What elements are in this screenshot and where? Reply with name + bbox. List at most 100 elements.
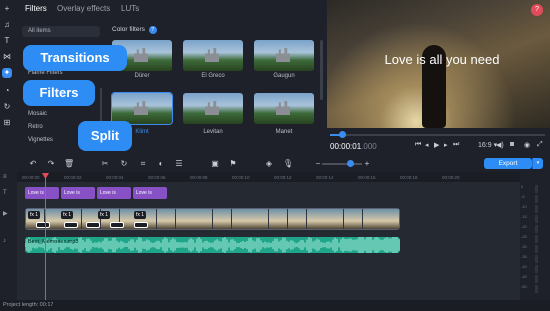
redo-icon[interactable]: ↷: [46, 159, 56, 168]
title-clip[interactable]: Love is: [97, 187, 131, 199]
transitions-icon[interactable]: ⋈: [2, 52, 12, 62]
ruler-tick: 00:00:16: [358, 175, 376, 180]
video-frame-thumb: [250, 209, 269, 229]
title-clip[interactable]: Love is: [25, 187, 59, 199]
meter-segment: [535, 265, 538, 273]
export-button[interactable]: Export: [484, 158, 532, 169]
transition-marker[interactable]: [110, 222, 124, 228]
project-length: Project length: 00:17: [3, 302, 54, 308]
text-icon[interactable]: T: [2, 36, 12, 46]
volume-icon[interactable]: ◀): [496, 141, 504, 149]
video-frame-thumb: [213, 209, 231, 229]
audio-track-icon[interactable]: ♪: [3, 238, 6, 244]
video-frame-thumb: [343, 209, 362, 229]
title-clip-label: Love is: [28, 190, 44, 196]
title-clip[interactable]: Love is: [133, 187, 167, 199]
overlay-icon[interactable]: ▣: [210, 159, 220, 168]
filter-label: Levitan: [203, 129, 223, 135]
meter-label: -45: [521, 274, 527, 279]
fx-badge[interactable]: fx 1: [98, 211, 111, 219]
filter-scrollbar[interactable]: [320, 40, 323, 100]
skip-back-icon[interactable]: ⏮: [415, 141, 421, 149]
filter-thumb-manet[interactable]: [254, 93, 314, 124]
transition-marker[interactable]: [64, 222, 78, 228]
title-clip-label: Love is: [136, 190, 152, 196]
aspect-ratio-select[interactable]: 16:9 ▾: [478, 141, 497, 149]
audio-clip-label: Best_Memories.mp3: [28, 239, 79, 245]
ruler-tick: 00:00:10: [232, 175, 250, 180]
category-item[interactable]: Retro: [28, 124, 43, 130]
ruler-tick: 00:00:08: [190, 175, 208, 180]
filter-thumb-levitan[interactable]: [183, 93, 243, 124]
fx-badge[interactable]: fx 1: [28, 211, 41, 219]
info-icon[interactable]: ?: [148, 26, 157, 34]
snapshot-icon[interactable]: ◙: [510, 141, 514, 148]
audio-clip[interactable]: [25, 237, 400, 253]
tools-grid-icon[interactable]: ⊞: [2, 118, 12, 128]
playhead[interactable]: [45, 176, 46, 301]
meter-label: -35: [521, 254, 527, 259]
transition-marker[interactable]: [86, 222, 100, 228]
skip-forward-icon[interactable]: ⏭: [453, 141, 459, 149]
frame-forward-icon[interactable]: ▸: [444, 141, 448, 149]
timecode-main: 00:00:01: [330, 142, 362, 151]
zoom-handle[interactable]: [347, 160, 354, 167]
audio-waveform: [25, 237, 400, 253]
export-dropdown-icon[interactable]: ▾: [532, 158, 543, 169]
category-item[interactable]: Mosaic: [28, 111, 47, 117]
title-track-icon[interactable]: T: [3, 190, 7, 196]
video-preview: Love is all you need ?: [327, 0, 550, 128]
frame-back-icon[interactable]: ◂: [425, 141, 429, 149]
zoom-slider[interactable]: [322, 163, 362, 165]
meter-label: 0: [521, 184, 524, 189]
filter-thumb-klimt[interactable]: [111, 92, 173, 125]
camera-icon[interactable]: ◉: [524, 141, 530, 149]
filter-thumb-gaugun[interactable]: [254, 40, 314, 71]
color-adjust-icon[interactable]: ◐: [156, 159, 166, 168]
filter-thumb-el-greco[interactable]: [183, 40, 243, 71]
cut-icon[interactable]: ✂: [100, 159, 110, 168]
track-settings-icon[interactable]: ≡: [3, 174, 7, 180]
meter-label: -15: [521, 214, 527, 219]
fx-badge[interactable]: fx 1: [134, 211, 147, 219]
play-icon[interactable]: ▶: [434, 141, 439, 149]
ruler-tick: 00:00:18: [400, 175, 418, 180]
category-select[interactable]: All items: [22, 26, 100, 37]
tab-luts[interactable]: LUTs: [121, 4, 139, 13]
seek-handle[interactable]: [339, 131, 346, 138]
effects-tab-bar: Filters Overlay effects LUTs: [17, 0, 322, 17]
mic-icon[interactable]: 🎙: [283, 159, 293, 168]
more-tools-icon[interactable]: ↻: [2, 102, 12, 112]
video-frame-thumb: [175, 209, 194, 229]
tab-filters[interactable]: Filters: [25, 4, 47, 13]
fx-badge[interactable]: fx 1: [61, 211, 74, 219]
help-icon[interactable]: ?: [531, 4, 543, 16]
title-clip[interactable]: Love is: [61, 187, 95, 199]
clip-properties-icon[interactable]: ☰: [174, 159, 184, 168]
stickers-icon[interactable]: ◔: [2, 86, 12, 96]
meter-segment: [535, 285, 538, 293]
category-item[interactable]: Vignettes: [28, 137, 53, 143]
section-title: Color filters: [112, 26, 145, 33]
callout-filters: Filters: [23, 80, 95, 106]
seek-track[interactable]: [330, 134, 545, 136]
video-frame-thumb: [306, 209, 325, 229]
music-icon[interactable]: ♫: [2, 20, 12, 30]
trash-icon[interactable]: 🗑: [64, 159, 74, 168]
filters-icon[interactable]: ✦: [2, 68, 12, 78]
add-media-icon[interactable]: +: [2, 4, 12, 14]
crop-icon[interactable]: ⌗: [138, 159, 148, 169]
tab-overlay-effects[interactable]: Overlay effects: [57, 4, 110, 13]
title-clip-label: Love is: [100, 190, 116, 196]
transition-marker[interactable]: [134, 222, 148, 228]
video-frame-thumb: [362, 209, 381, 229]
undo-icon[interactable]: ↶: [28, 159, 38, 168]
transition-marker[interactable]: [36, 222, 50, 228]
fullscreen-icon[interactable]: ⤢: [537, 141, 543, 149]
meter-label: -10: [521, 204, 527, 209]
marker-icon[interactable]: ◈: [264, 159, 274, 168]
flag-icon[interactable]: ⚑: [228, 159, 238, 168]
zoom-in-icon[interactable]: +: [362, 159, 372, 168]
video-track-icon[interactable]: ▶: [3, 210, 8, 217]
rotate-icon[interactable]: ↻: [119, 159, 129, 168]
